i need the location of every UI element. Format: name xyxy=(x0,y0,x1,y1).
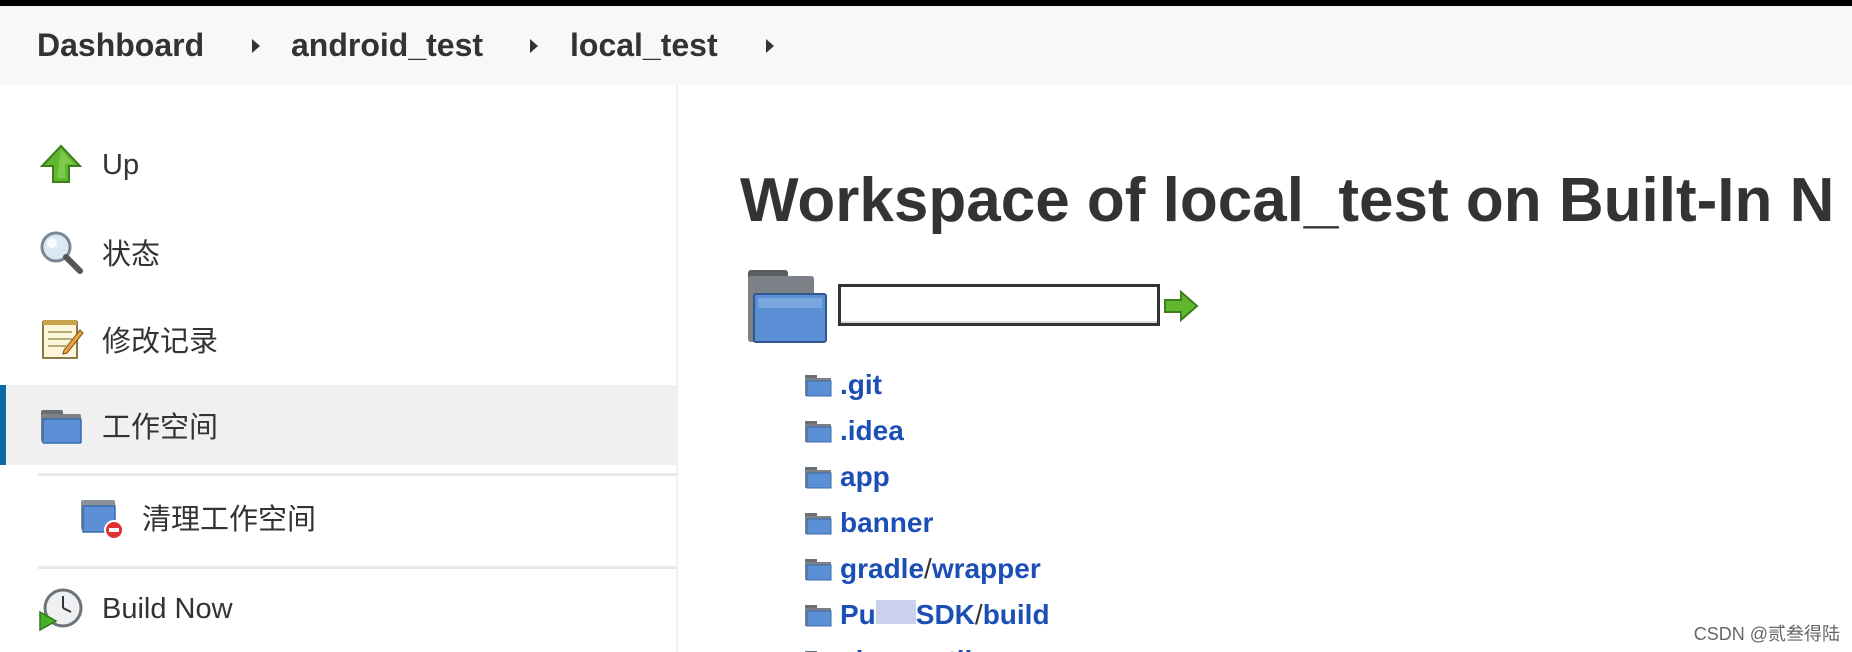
workspace-path-bar xyxy=(746,268,1246,358)
notepad-icon xyxy=(42,320,84,359)
sidebar-item-up[interactable]: Up xyxy=(0,125,676,205)
redacted-block xyxy=(875,599,916,624)
list-item: .git xyxy=(804,362,1050,408)
folder-icon xyxy=(805,467,832,489)
file-link[interactable]: gradle xyxy=(840,553,924,585)
file-link-part: SDK xyxy=(915,599,975,630)
breadcrumb: Dashboard android_test local_test xyxy=(0,6,1852,85)
sidebar-item-changes[interactable]: 修改记录 xyxy=(0,299,676,379)
magnifier-icon xyxy=(40,231,83,274)
breadcrumb-chevron-icon[interactable] xyxy=(530,38,538,53)
folder-icon xyxy=(41,410,82,444)
folder-icon xyxy=(805,559,832,581)
file-link-part: Pu xyxy=(840,599,876,630)
folder-icon xyxy=(748,270,827,343)
file-list: .git .idea app banner gradle / wrapper Pu S… xyxy=(804,362,1050,652)
sidebar-item-label: Build Now xyxy=(102,592,233,625)
page-title: Workspace of local_test on Built-In N xyxy=(740,166,1835,235)
up-arrow-icon xyxy=(39,144,83,183)
main-content: Workspace of local_test on Built-In N .g… xyxy=(678,85,1852,652)
folder-icon xyxy=(805,513,832,535)
list-item: .idea xyxy=(804,408,1050,454)
file-link[interactable]: app xyxy=(840,461,890,493)
watermark: CSDN @贰叁得陆 xyxy=(1693,624,1840,644)
sidebar-item-status[interactable]: 状态 xyxy=(0,212,676,292)
sidebar-item-label: Up xyxy=(102,148,140,181)
list-item: app xyxy=(804,454,1050,500)
file-link[interactable]: build xyxy=(983,599,1050,631)
breadcrumb-chevron-icon[interactable] xyxy=(766,38,774,53)
breadcrumb-android-test[interactable]: android_test xyxy=(291,27,483,64)
sidebar: Up 状态 修改记录 工作空间 清理工作空间 Build Now xyxy=(0,85,678,652)
breadcrumb-local-test[interactable]: local_test xyxy=(570,27,718,64)
file-link[interactable]: Pu SDK xyxy=(840,599,975,631)
path-input[interactable] xyxy=(838,284,1160,326)
list-item: banner xyxy=(804,500,1050,546)
list-item: Pu SDK / build xyxy=(804,592,1050,638)
breadcrumb-chevron-icon[interactable] xyxy=(252,38,260,53)
go-arrow-icon[interactable] xyxy=(1163,288,1199,324)
clock-play-icon xyxy=(39,588,83,632)
path-separator: / xyxy=(924,553,932,584)
file-link[interactable]: .idea xyxy=(840,415,904,447)
sidebar-item-label: 清理工作空间 xyxy=(142,504,317,536)
file-link[interactable]: banner xyxy=(840,507,933,539)
list-item: sharexutil xyxy=(804,638,1050,652)
folder-icon xyxy=(805,421,832,443)
sidebar-item-label: 状态 xyxy=(102,239,161,271)
sidebar-item-workspace[interactable]: 工作空间 xyxy=(0,385,676,465)
file-link[interactable]: wrapper xyxy=(932,553,1041,585)
breadcrumb-dashboard[interactable]: Dashboard xyxy=(37,27,204,64)
file-link[interactable]: sharexutil xyxy=(840,645,972,652)
path-separator: / xyxy=(974,599,983,630)
sidebar-item-label: 工作空间 xyxy=(102,412,219,444)
sidebar-item-label: 修改记录 xyxy=(102,326,219,358)
folder-delete-icon xyxy=(81,500,124,540)
file-link[interactable]: .git xyxy=(840,369,882,401)
folder-icon xyxy=(805,375,832,397)
folder-icon xyxy=(805,605,832,627)
list-item: gradle / wrapper xyxy=(804,546,1050,592)
sidebar-item-build-now[interactable]: Build Now xyxy=(0,569,676,649)
sidebar-item-wipe-workspace[interactable]: 清理工作空间 xyxy=(0,477,676,557)
